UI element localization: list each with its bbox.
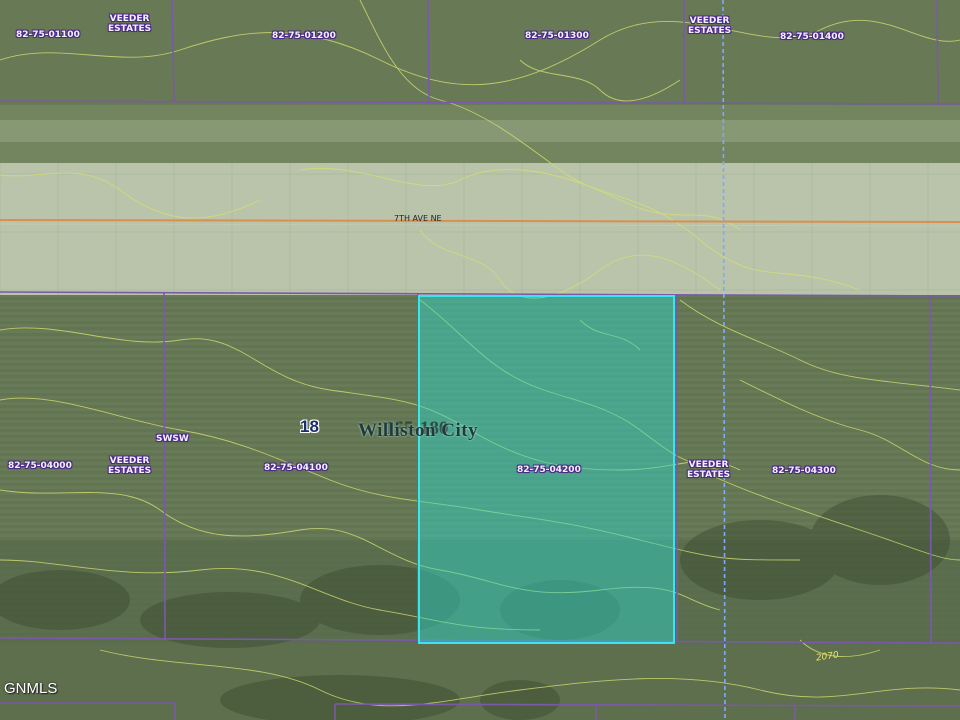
road-label: 7TH AVE NE	[394, 214, 442, 223]
parcel-label: 82-75-04100	[264, 463, 328, 473]
parcel-label: 82-75-01300	[525, 31, 589, 41]
subdivision-label: VEEDER ESTATES	[108, 456, 152, 476]
town-name: Williston City	[358, 420, 479, 441]
parcel-label: 82-75-04200	[517, 465, 581, 475]
parcel-map[interactable]: 82-75-01100 VEEDER ESTATES 82-75-01200 8…	[0, 0, 960, 720]
subdivision-label: VEEDER ESTATES	[688, 16, 732, 36]
section-number: 18	[300, 417, 319, 436]
watermark: GNMLS	[4, 680, 58, 697]
parcel-label: 82-75-01100	[16, 30, 80, 40]
parcel-label: 82-75-04000	[8, 461, 72, 471]
parcel-label: 82-75-01400	[780, 32, 844, 42]
parcel-label: 82-75-01200	[272, 31, 336, 41]
highlighted-parcel[interactable]	[0, 0, 960, 720]
corner-label: SWSW	[156, 434, 189, 444]
subdivision-label: VEEDER ESTATES	[108, 14, 152, 34]
subdivision-label: VEEDER ESTATES	[687, 460, 731, 480]
parcel-label: 82-75-04300	[772, 466, 836, 476]
